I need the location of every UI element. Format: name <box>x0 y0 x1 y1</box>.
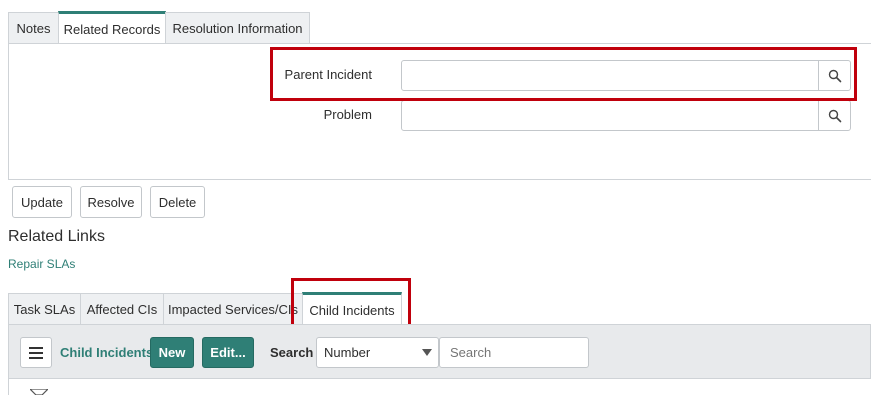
tab-label: Resolution Information <box>172 21 303 36</box>
new-button[interactable]: New <box>150 337 194 368</box>
parent-incident-input[interactable] <box>401 60 819 91</box>
tab-affected-cis[interactable]: Affected CIs <box>80 293 164 325</box>
tab-related-records[interactable]: Related Records <box>58 11 166 44</box>
list-title[interactable]: Child Incidents <box>60 345 153 360</box>
problem-input[interactable] <box>401 100 819 131</box>
filter-icon <box>30 389 48 395</box>
tab-label: Notes <box>16 21 51 36</box>
problem-label: Problem <box>323 107 372 122</box>
list-body <box>8 378 871 395</box>
tab-impacted-services-cis[interactable]: Impacted Services/CIs <box>163 293 303 325</box>
hamburger-menu-icon <box>29 346 43 359</box>
search-input[interactable] <box>439 337 589 368</box>
parent-incident-lookup-button[interactable] <box>818 60 851 91</box>
problem-lookup-button[interactable] <box>818 100 851 131</box>
search-field-selected: Number <box>324 345 371 360</box>
tab-label: Child Incidents <box>309 302 395 318</box>
edit-button[interactable]: Edit... <box>202 337 254 368</box>
tab-label: Affected CIs <box>86 302 158 317</box>
related-links-heading: Related Links <box>8 228 105 245</box>
search-icon <box>828 69 841 82</box>
parent-incident-label: Parent Incident <box>284 67 372 82</box>
tab-task-slas[interactable]: Task SLAs <box>8 293 81 325</box>
list-menu-button[interactable] <box>20 337 52 368</box>
tab-resolution-information[interactable]: Resolution Information <box>165 12 310 44</box>
search-field-select[interactable]: Number <box>316 337 439 368</box>
tab-notes[interactable]: Notes <box>8 12 59 44</box>
chevron-down-icon <box>422 349 432 356</box>
tab-label: Related Records <box>63 21 161 37</box>
tab-label: Task SLAs <box>13 302 76 317</box>
tab-label: Impacted Services/CIs <box>167 302 299 317</box>
delete-button[interactable]: Delete <box>150 186 205 218</box>
search-label: Search <box>270 345 314 360</box>
repair-slas-link[interactable]: Repair SLAs <box>8 257 75 271</box>
resolve-button[interactable]: Resolve <box>80 186 142 218</box>
update-button[interactable]: Update <box>12 186 72 218</box>
search-icon <box>828 109 841 122</box>
tab-child-incidents[interactable]: Child Incidents <box>302 292 402 325</box>
